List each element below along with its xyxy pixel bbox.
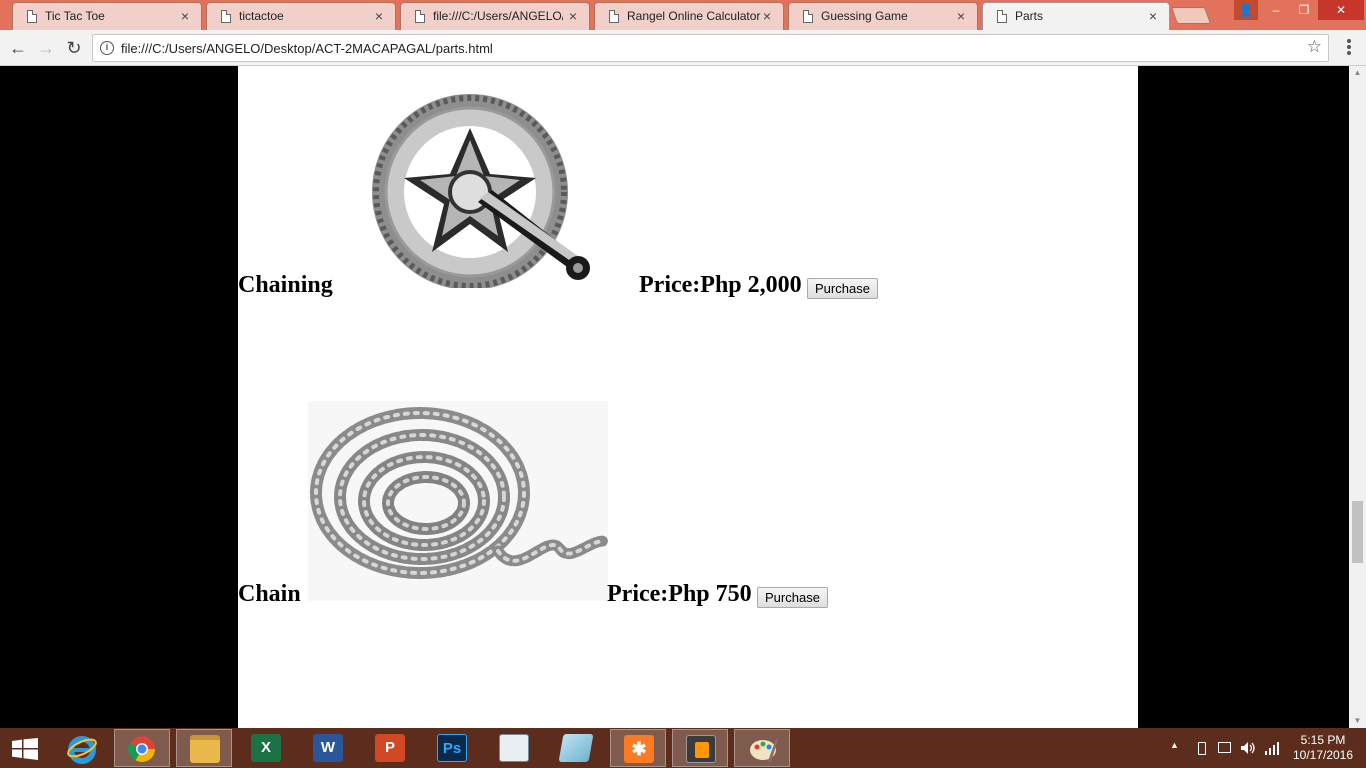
tab-label: tictactoe — [239, 9, 284, 23]
close-window-button[interactable]: ✕ — [1318, 0, 1364, 20]
scroll-up-arrow-icon[interactable]: ▲ — [1349, 66, 1366, 80]
scroll-thumb[interactable] — [1352, 501, 1363, 563]
network-icon[interactable] — [1264, 741, 1280, 755]
restore-button[interactable]: ❐ — [1290, 0, 1318, 20]
notepad-icon[interactable] — [548, 729, 604, 767]
page-content: Chaining Price:Php 2,000 Purchase Chain … — [238, 66, 1138, 728]
paint-icon[interactable] — [734, 729, 790, 767]
tab-label: Parts — [1015, 9, 1044, 23]
taskbar-clock[interactable]: 5:15 PM 10/17/2016 — [1292, 733, 1354, 763]
minimize-button[interactable]: – — [1262, 0, 1290, 20]
forward-button[interactable]: → — [34, 36, 58, 60]
tab-tictactoe[interactable]: tictactoe × — [206, 2, 396, 30]
page-icon — [415, 10, 425, 23]
page-icon — [221, 10, 231, 23]
purchase-button[interactable]: Purchase — [757, 587, 828, 608]
chrome-icon[interactable] — [114, 729, 170, 767]
xampp-icon[interactable]: ✱ — [610, 729, 666, 767]
file-explorer-icon[interactable] — [176, 729, 232, 767]
tab-tic-tac-toe[interactable]: Tic Tac Toe × — [12, 2, 202, 30]
chrome-menu-button[interactable] — [1342, 38, 1356, 58]
tab-close-icon[interactable]: × — [375, 8, 383, 24]
tab-strip: Tic Tac Toe × tictactoe × file:///C:/Use… — [0, 0, 1366, 31]
volume-icon[interactable] — [1240, 741, 1256, 755]
page-icon — [27, 10, 37, 23]
page-icon — [609, 10, 619, 23]
tab-close-icon[interactable]: × — [181, 8, 189, 24]
part-name: Chaining — [238, 272, 333, 298]
part-price: Price:Php 2,000 — [639, 272, 802, 298]
browser-toolbar: ← → ↻ i file:///C:/Users/ANGELO/Desktop/… — [0, 30, 1366, 66]
tab-close-icon[interactable]: × — [1149, 8, 1157, 24]
url-text[interactable]: file:///C:/Users/ANGELO/Desktop/ACT-2MAC… — [121, 41, 493, 56]
mysql-installer-icon[interactable] — [486, 729, 542, 767]
excel-icon[interactable]: X — [238, 729, 294, 767]
new-tab-button[interactable] — [1170, 7, 1212, 24]
photoshop-icon[interactable]: Ps — [424, 729, 480, 767]
tab-label: Guessing Game — [821, 9, 908, 23]
profile-icon[interactable]: 👤 — [1234, 0, 1258, 20]
tab-close-icon[interactable]: × — [569, 8, 577, 24]
tab-close-icon[interactable]: × — [763, 8, 771, 24]
page-scrollbar[interactable]: ▲ ▼ — [1349, 66, 1366, 728]
battery-icon[interactable] — [1198, 742, 1206, 755]
crankset-image — [372, 94, 590, 288]
windows-logo-icon — [12, 738, 38, 760]
tab-guessing-game[interactable]: Guessing Game × — [788, 2, 978, 30]
reload-button[interactable]: ↻ — [62, 36, 86, 60]
tray-overflow-icon[interactable]: ▲ — [1170, 740, 1179, 750]
internet-explorer-icon[interactable] — [54, 729, 110, 767]
back-button[interactable]: ← — [6, 36, 30, 60]
page-icon — [997, 10, 1007, 23]
tab-label: Rangel Online Calculator — [627, 9, 761, 23]
info-icon[interactable]: i — [100, 41, 114, 55]
bike-chain-image — [308, 401, 608, 601]
tab-parts[interactable]: Parts × — [982, 2, 1170, 31]
bookmark-star-icon[interactable]: ☆ — [1307, 37, 1322, 57]
tab-label: Tic Tac Toe — [45, 9, 105, 23]
action-center-icon[interactable] — [1218, 742, 1231, 753]
tab-label: file:///C:/Users/ANGELO/ — [433, 9, 563, 23]
sublime-text-icon[interactable] — [672, 729, 728, 767]
part-name: Chain — [238, 581, 301, 607]
address-bar[interactable]: i file:///C:/Users/ANGELO/Desktop/ACT-2M… — [92, 34, 1329, 62]
clock-time: 5:15 PM — [1300, 733, 1346, 747]
scroll-down-arrow-icon[interactable]: ▼ — [1349, 714, 1366, 728]
page-icon — [803, 10, 813, 23]
word-icon[interactable]: W — [300, 729, 356, 767]
tab-rangel-calculator[interactable]: Rangel Online Calculator × — [594, 2, 784, 30]
start-button[interactable] — [0, 729, 56, 767]
clock-date: 10/17/2016 — [1292, 748, 1354, 762]
tab-file[interactable]: file:///C:/Users/ANGELO/ × — [400, 2, 590, 30]
part-price: Price:Php 750 — [607, 581, 752, 607]
powerpoint-icon[interactable]: P — [362, 729, 418, 767]
windows-taskbar: X W P Ps ✱ ▲ 5:15 PM 10/17/2016 — [0, 728, 1366, 768]
tab-close-icon[interactable]: × — [957, 8, 965, 24]
purchase-button[interactable]: Purchase — [807, 278, 878, 299]
